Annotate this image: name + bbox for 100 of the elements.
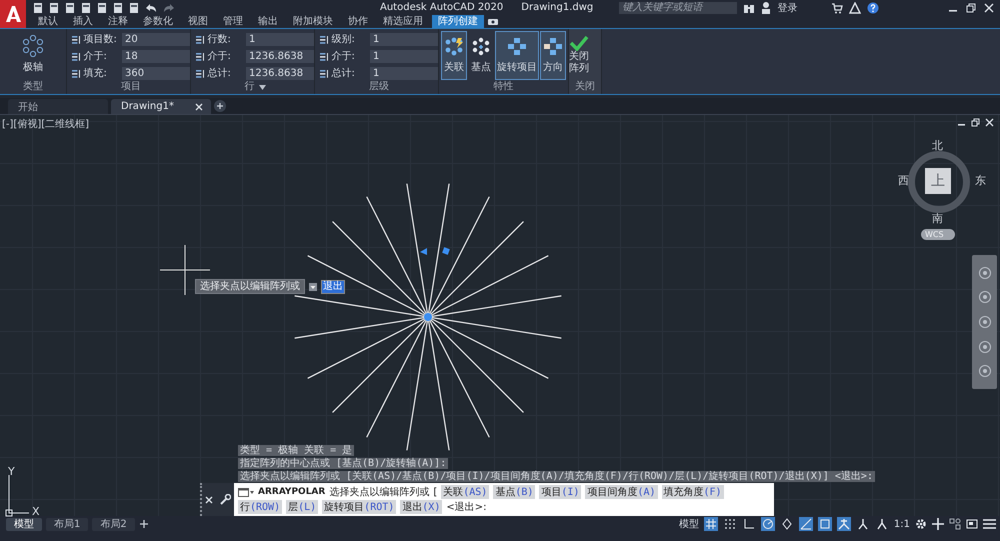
command-option[interactable]: 旋转项目(ROT)	[322, 500, 396, 514]
isodraft-toggle-button[interactable]	[780, 517, 794, 531]
sign-in-link[interactable]: 登录	[777, 0, 798, 14]
triangle-icon[interactable]	[849, 2, 862, 14]
ribbon-tab[interactable]: 注释	[102, 15, 134, 28]
ribbon-tab[interactable]: 输出	[252, 15, 284, 28]
toolbar-document-icon[interactable]	[48, 2, 60, 14]
tracking-toggle-button[interactable]	[798, 517, 813, 531]
ribbon-tab[interactable]: 视图	[182, 15, 214, 28]
app-logo-icon[interactable]	[0, 0, 26, 28]
ribbon-tab[interactable]: 阵列创建	[432, 15, 484, 28]
polar-button[interactable]: 极轴	[20, 33, 46, 76]
annoscale-toggle-button[interactable]	[874, 517, 889, 531]
toolbar-document-icon[interactable]	[96, 2, 108, 14]
toolbar-document-icon[interactable]	[128, 2, 140, 14]
caret-icon[interactable]	[258, 84, 266, 90]
menu-icon[interactable]	[983, 518, 996, 530]
compass-label[interactable]: 北	[932, 138, 943, 153]
add-tab-icon[interactable]	[214, 100, 226, 112]
compass-label[interactable]: 东	[975, 173, 986, 188]
toolbar-document-icon[interactable]	[80, 2, 92, 14]
add-tab-icon[interactable]	[138, 519, 149, 529]
grid-toggle-button[interactable]	[704, 517, 718, 531]
snap-toggle-button[interactable]	[722, 517, 737, 531]
command-option[interactable]: 项目间角度(A)	[585, 485, 658, 499]
viewport-label[interactable]: [-][俯视][二维线框]	[2, 117, 90, 131]
property-toggle-button[interactable]: 旋转项目	[495, 31, 539, 80]
command-menu-icon[interactable]	[238, 488, 254, 496]
value-field[interactable]: 20	[122, 32, 190, 46]
property-toggle-button[interactable]: 基点	[468, 31, 494, 80]
value-field[interactable]: 1	[246, 32, 314, 46]
navigation-tool-icon[interactable]	[978, 340, 992, 354]
wrench-icon[interactable]	[220, 494, 231, 505]
restore-icon[interactable]	[971, 118, 980, 127]
ribbon-tab[interactable]: 协作	[342, 15, 374, 28]
viewcube-face[interactable]: 上	[925, 168, 951, 194]
ribbon-tab[interactable]: 默认	[32, 15, 64, 28]
toolbar-document-icon[interactable]	[32, 2, 44, 14]
close-icon[interactable]	[985, 118, 994, 127]
command-option[interactable]: 关联(AS)	[441, 485, 490, 499]
compass-label[interactable]: 西	[898, 173, 909, 188]
value-field[interactable]: 1	[370, 66, 438, 80]
camera-icon[interactable]	[487, 16, 501, 26]
fullscreen-icon[interactable]	[966, 518, 978, 530]
close-icon[interactable]	[195, 102, 203, 110]
toolbar-document-icon[interactable]	[64, 2, 76, 14]
layout-tab[interactable]: 布局1	[46, 518, 88, 530]
value-field[interactable]: 360	[122, 66, 190, 80]
polar-toggle-button[interactable]	[760, 517, 775, 531]
ortho-toggle-button[interactable]	[742, 517, 756, 531]
navigation-tool-icon[interactable]	[978, 266, 992, 280]
navigation-tool-icon[interactable]	[978, 364, 992, 378]
close-array-button[interactable]: 关闭 阵列	[569, 34, 589, 74]
ribbon-tab[interactable]: 精选应用	[377, 15, 429, 28]
grip-icon[interactable]	[442, 247, 450, 255]
document-tab[interactable]: Drawing1*	[111, 99, 211, 114]
restore-icon[interactable]	[966, 2, 976, 12]
settings-icon[interactable]	[915, 518, 927, 530]
command-option[interactable]: 层(L)	[286, 500, 318, 514]
grip-icon[interactable]	[420, 248, 427, 255]
center-grip-icon[interactable]	[424, 313, 432, 321]
document-tab[interactable]: 开始	[8, 99, 108, 114]
compass-label[interactable]: 南	[932, 211, 943, 226]
annotation-toggle-button[interactable]	[836, 517, 851, 531]
command-option[interactable]: 退出(X)	[400, 500, 442, 514]
command-option[interactable]: 项目(I)	[539, 485, 582, 499]
navigation-tool-icon[interactable]	[978, 290, 992, 304]
model-space-button[interactable]: 模型	[678, 517, 699, 531]
ribbon-tab[interactable]: 管理	[217, 15, 249, 28]
close-icon[interactable]	[205, 496, 214, 504]
osnap-toggle-button[interactable]	[818, 517, 832, 531]
value-field[interactable]: 1	[370, 32, 438, 46]
navigation-tool-icon[interactable]	[978, 314, 992, 329]
cart-icon[interactable]	[831, 2, 844, 14]
command-option[interactable]: 行(ROW)	[238, 500, 282, 514]
value-field[interactable]: 1236.8638	[246, 50, 314, 62]
ribbon-tab[interactable]: 附加模块	[287, 15, 339, 28]
annotation-scale-button[interactable]: 1:1	[894, 518, 910, 530]
layout-tab[interactable]: 布局2	[92, 518, 135, 530]
dynamic-input-field[interactable]: 退出	[321, 280, 345, 294]
plus-icon[interactable]	[932, 518, 944, 530]
close-icon[interactable]	[984, 2, 994, 12]
property-toggle-button[interactable]: 关联	[441, 31, 467, 80]
dropdown-icon[interactable]	[309, 282, 317, 290]
command-option[interactable]: 基点(B)	[493, 485, 536, 499]
value-field[interactable]: 1236.8638	[246, 66, 314, 80]
toolbar-document-icon[interactable]	[112, 2, 124, 14]
undo-icon[interactable]	[144, 2, 158, 14]
layout-tab[interactable]: 模型	[6, 518, 42, 530]
value-field[interactable]: 18	[122, 50, 190, 62]
isolate-objects-icon[interactable]	[949, 518, 961, 530]
command-option[interactable]: 填充角度(F)	[662, 485, 724, 499]
search-field[interactable]: 键入关键字或短语	[619, 2, 738, 14]
property-toggle-button[interactable]: 方向	[540, 31, 566, 80]
ribbon-tab[interactable]: 参数化	[137, 15, 179, 28]
ribbon-tab[interactable]: 插入	[67, 15, 99, 28]
value-field[interactable]: 1	[370, 50, 438, 62]
help-icon[interactable]	[867, 2, 880, 14]
user-icon[interactable]	[761, 2, 772, 14]
autoscale-toggle-button[interactable]	[856, 517, 870, 531]
